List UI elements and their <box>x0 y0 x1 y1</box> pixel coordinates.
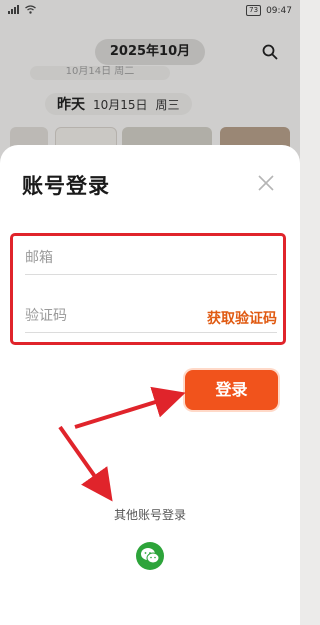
sheet-title: 账号登录 <box>22 174 110 198</box>
close-icon[interactable] <box>256 173 276 193</box>
wechat-login-button[interactable] <box>136 542 164 570</box>
other-login-label: 其他账号登录 <box>113 508 186 522</box>
wechat-icon <box>141 548 160 564</box>
get-code-button[interactable]: 获取验证码 <box>207 308 277 328</box>
login-form-highlight: 获取验证码 <box>10 233 286 345</box>
arrow-to-other-login-icon <box>58 425 113 502</box>
arrow-to-login-icon <box>74 386 186 429</box>
verification-code-input[interactable] <box>25 302 175 330</box>
login-button[interactable]: 登录 <box>185 370 278 410</box>
code-field-row: 获取验证码 <box>25 302 277 333</box>
email-field-row <box>25 244 277 275</box>
email-input[interactable] <box>25 244 175 272</box>
login-sheet: 账号登录 获取验证码 登录 其他账号登录 <box>0 145 300 625</box>
